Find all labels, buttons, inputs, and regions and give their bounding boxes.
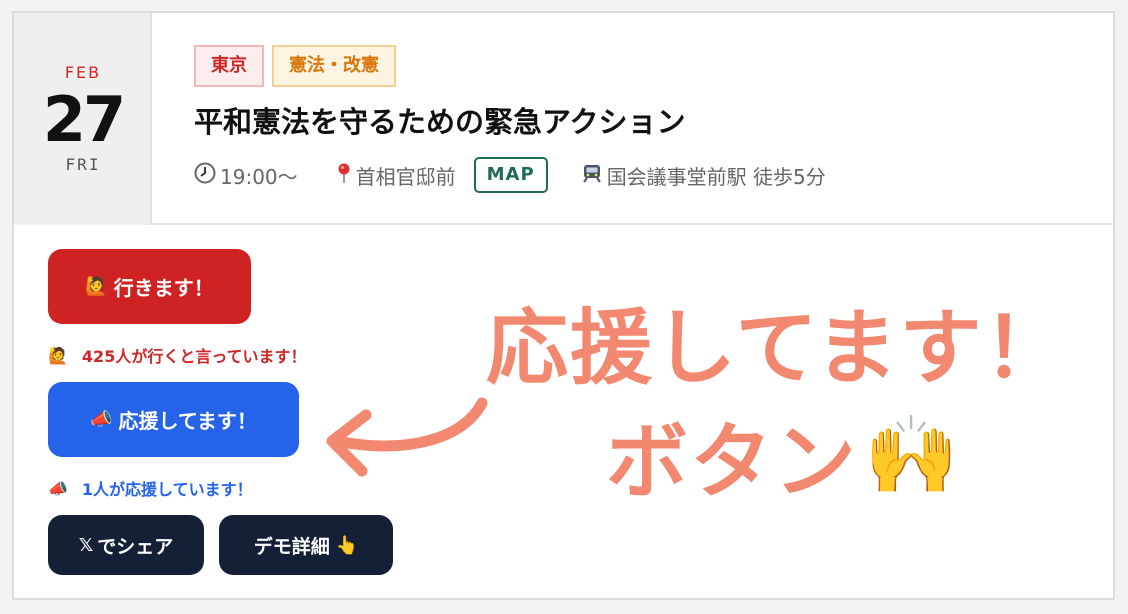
event-card: FEB 27 FRI 東京 憲法・改憲 平和憲法を守るための緊急アクション 19:… [12,11,1115,600]
map-button[interactable]: MAP [473,157,548,193]
event-place: 首相官邸前 [355,164,456,189]
detail-button-label: デモ詳細 [253,535,330,558]
train-icon [581,162,603,189]
event-day: 27 [42,83,126,156]
pin-icon [336,162,352,189]
event-weekday: FRI [65,155,101,174]
going-count-text: 425人が行くと言っています！ [81,347,307,366]
event-month: FEB [64,63,102,82]
cheer-button-label: 応援してます！ [118,409,257,433]
going-button[interactable]: 🙋 行きます！ [48,249,251,324]
demo-detail-button[interactable]: デモ詳細 👆 [219,515,393,575]
tag-area[interactable]: 東京 [194,45,264,87]
event-time: 19:00〜 [220,164,298,189]
place-info: 首相官邸前 [336,161,456,190]
event-access: 国会議事堂前駅 徒歩5分 [606,164,826,189]
tag-list: 東京 憲法・改憲 [194,45,404,87]
date-column: FEB 27 FRI [14,13,152,225]
raised-hands-icon: 🙌 [864,409,961,499]
cheer-count-text: 1人が応援しています！ [81,480,253,499]
x-logo-icon: 𝕏 [78,534,94,556]
clock-icon [194,162,216,189]
annotation-arrow-icon [326,397,488,477]
event-header: FEB 27 FRI 東京 憲法・改憲 平和憲法を守るための緊急アクション 19:… [14,13,1113,225]
event-title: 平和憲法を守るための緊急アクション [194,105,686,139]
time-info: 19:00〜 [194,161,298,190]
share-button-label: でシェア [97,535,174,558]
annotation-line-1: 応援してます！ [486,301,1068,396]
tag-topic[interactable]: 憲法・改憲 [272,45,396,87]
raising-hand-icon: 🙋 [85,276,108,297]
share-x-button[interactable]: 𝕏 でシェア [48,515,204,575]
going-count: 🙋 425人が行くと言っています！ [48,343,307,367]
megaphone-icon: 📣 [90,409,113,430]
annotation-line-2-text: ボタン [606,415,859,510]
access-info: 国会議事堂前駅 徒歩5分 [581,161,826,190]
megaphone-small-icon: 📣 [48,478,68,498]
cheer-count: 📣 1人が応援しています！ [48,476,253,500]
pointing-up-icon: 👆 [335,534,359,556]
going-button-label: 行きます！ [113,276,214,300]
raising-hand-small-icon: 🙋 [48,345,68,365]
annotation-line-2: ボタン 🙌 [606,395,961,514]
event-meta: 19:00〜 首相官邸前 MAP 国会議事堂前駅 徒歩5分 [194,157,826,193]
cheer-button[interactable]: 📣 応援してます！ [48,382,299,457]
